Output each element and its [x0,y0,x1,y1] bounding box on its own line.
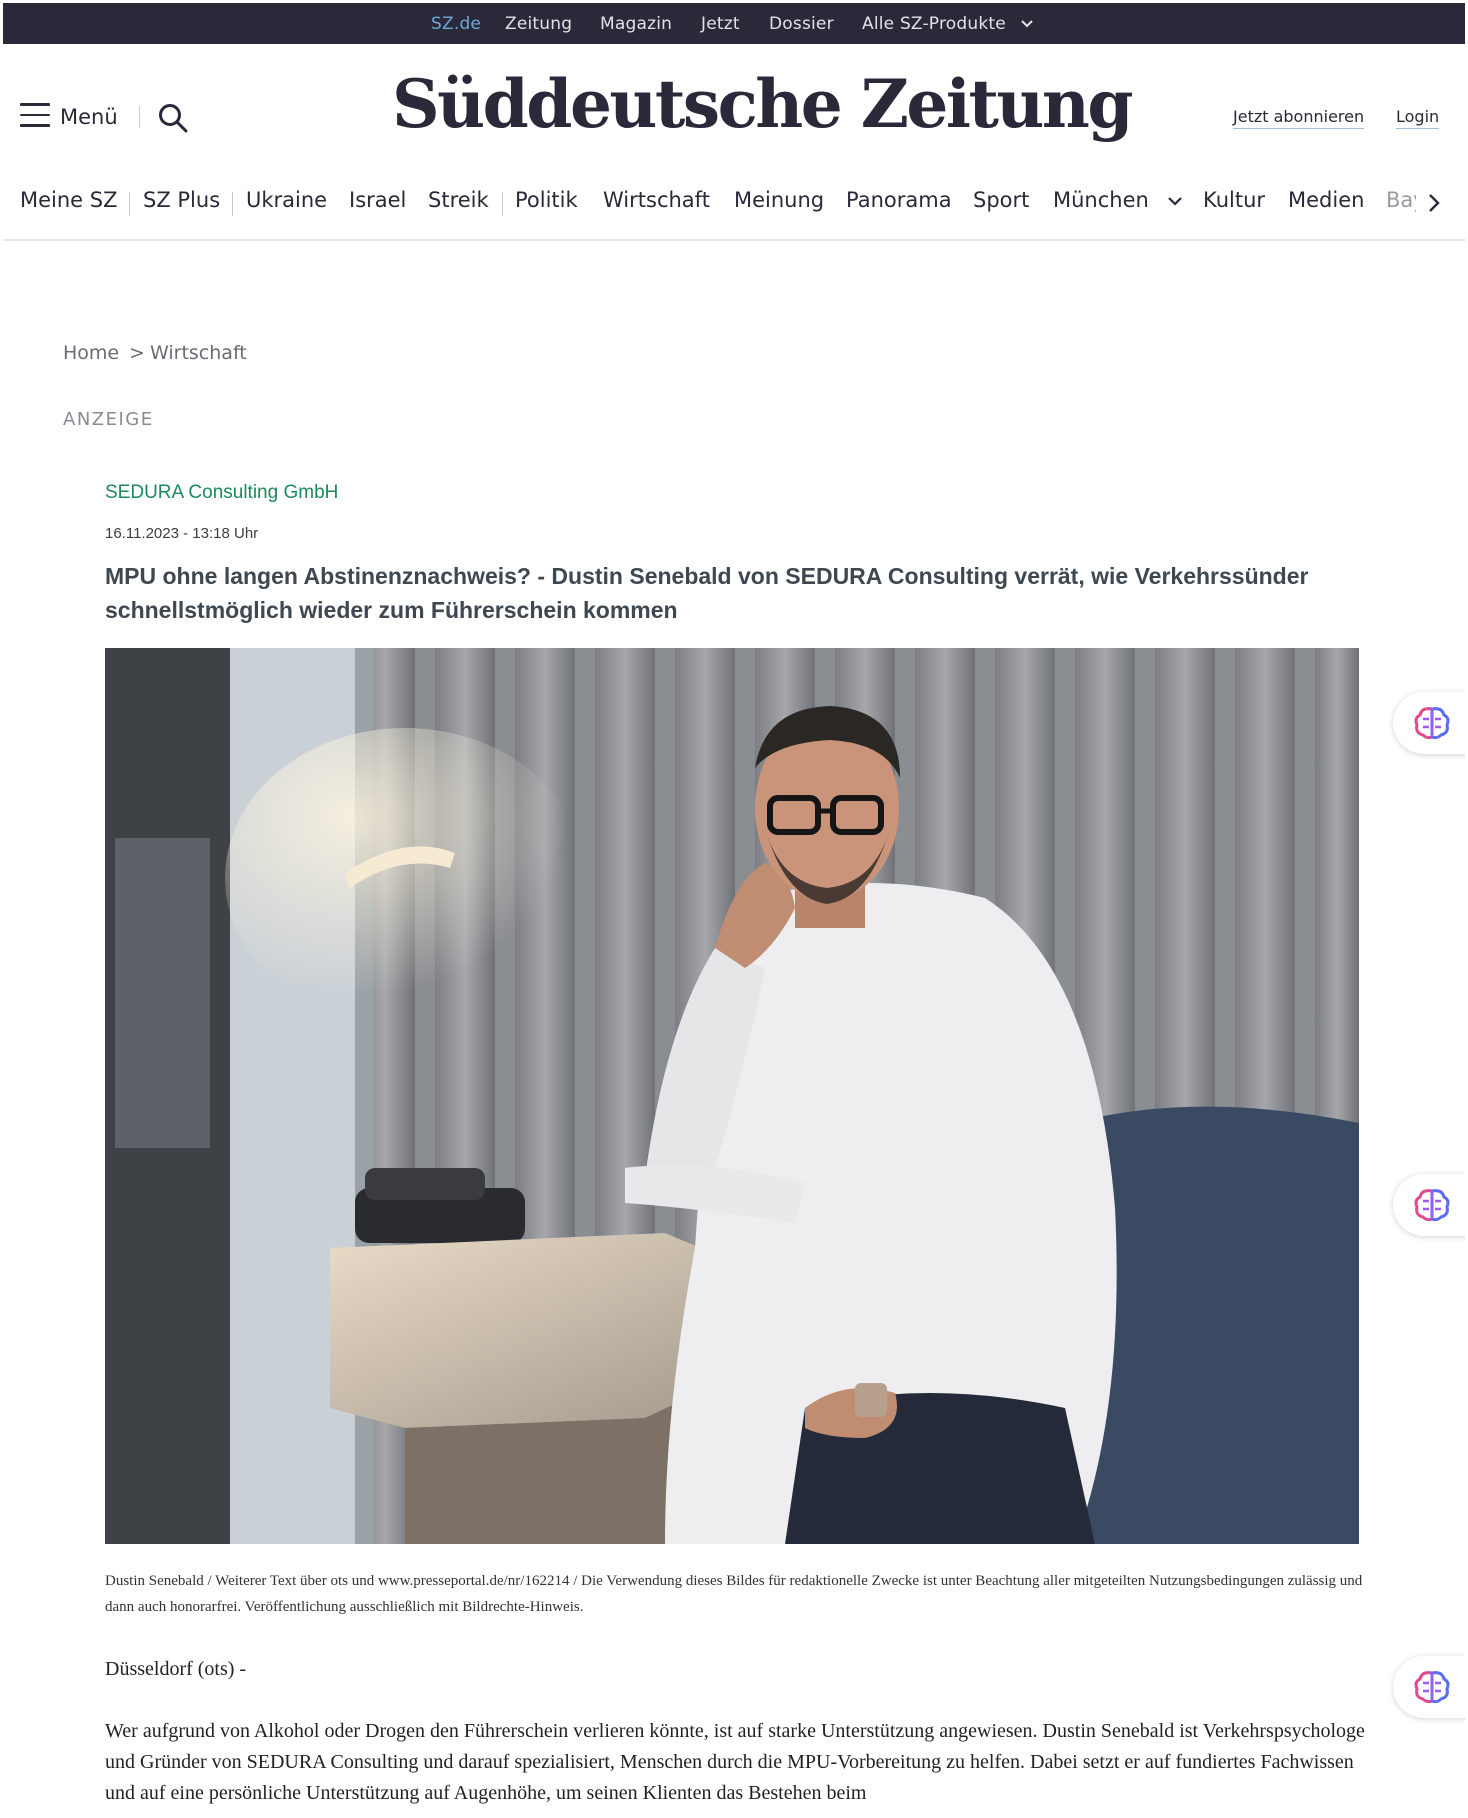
topbar-link-dossier[interactable]: Dossier [769,14,834,34]
breadcrumb-home[interactable]: Home [63,342,119,364]
nav-item-panorama[interactable]: Panorama [846,188,952,212]
nav-item-muenchen[interactable]: München [1053,188,1184,212]
nav-divider [232,192,233,216]
brain-icon [1414,707,1450,740]
publish-date: 16.11.2023 - 13:18 Uhr [105,525,259,542]
login-link[interactable]: Login [1396,107,1440,129]
nav-item-politik[interactable]: Politik [515,188,578,212]
topbar-link-magazin[interactable]: Magazin [600,14,672,34]
ad-label: ANZEIGE [63,409,154,430]
assistant-button[interactable] [1393,1174,1465,1236]
topbar-link-jetzt[interactable]: Jetzt [701,14,740,34]
article-paragraph: Wer aufgrund von Alkohol oder Drogen den… [105,1720,1365,1804]
nav-item-sz-plus[interactable]: SZ Plus [143,188,220,212]
subscribe-link[interactable]: Jetzt abonnieren [1233,107,1365,129]
nav-item-kultur[interactable]: Kultur [1203,188,1265,212]
nav-divider [502,192,503,216]
nav-item-ukraine[interactable]: Ukraine [246,188,327,212]
nav-item-sport[interactable]: Sport [973,188,1029,212]
nav-item-bayern[interactable]: Bay [1386,188,1416,212]
site-logo[interactable]: Süddeutsche Zeitung [392,65,1134,143]
hamburger-icon[interactable] [20,103,50,129]
menu-label[interactable]: Menü [60,105,118,129]
header-divider [139,106,140,128]
company-name: SEDURA Consulting GmbH [105,482,339,503]
topbar-link-zeitung[interactable]: Zeitung [505,14,572,34]
section-nav: Meine SZ SZ Plus Ukraine Israel Streik P… [3,188,1465,239]
assistant-button[interactable] [1393,692,1465,754]
nav-item-muenchen-label: München [1053,188,1149,212]
nav-item-wirtschaft[interactable]: Wirtschaft [603,188,710,212]
nav-divider [129,192,130,216]
top-bar: SZ.de Zeitung Magazin Jetzt Dossier Alle… [3,3,1465,44]
brain-icon [1414,1189,1450,1222]
chevron-down-icon [1020,20,1033,28]
topbar-link-alle-produkte-label: Alle SZ-Produkte [862,14,1006,34]
nav-item-meinung[interactable]: Meinung [734,188,824,212]
search-icon[interactable] [157,102,189,134]
chevron-right-icon[interactable] [1426,192,1442,214]
nav-item-streik[interactable]: Streik [428,188,489,212]
article-dateline: Düsseldorf (ots) - [105,1658,247,1680]
topbar-link-alle-produkte[interactable]: Alle SZ-Produkte [862,14,1034,34]
nav-border [3,239,1465,241]
article-photo [105,648,1359,1544]
breadcrumb-separator: > [129,342,145,364]
nav-item-israel[interactable]: Israel [349,188,406,212]
brain-icon [1414,1671,1450,1704]
portrait-image [105,648,1359,1544]
photo-caption: Dustin Senebald / Weiterer Text über ots… [105,1573,1363,1615]
assistant-button[interactable] [1393,1656,1465,1718]
page: SZ.de Zeitung Magazin Jetzt Dossier Alle… [3,3,1465,1818]
topbar-link-sz-de[interactable]: SZ.de [431,14,481,34]
breadcrumb-current[interactable]: Wirtschaft [150,342,247,364]
article-headline: MPU ohne langen Abstinenznachweis? - Dus… [105,563,1309,623]
nav-item-medien[interactable]: Medien [1288,188,1364,212]
nav-item-meine-sz[interactable]: Meine SZ [20,188,118,212]
chevron-down-icon [1167,197,1182,206]
